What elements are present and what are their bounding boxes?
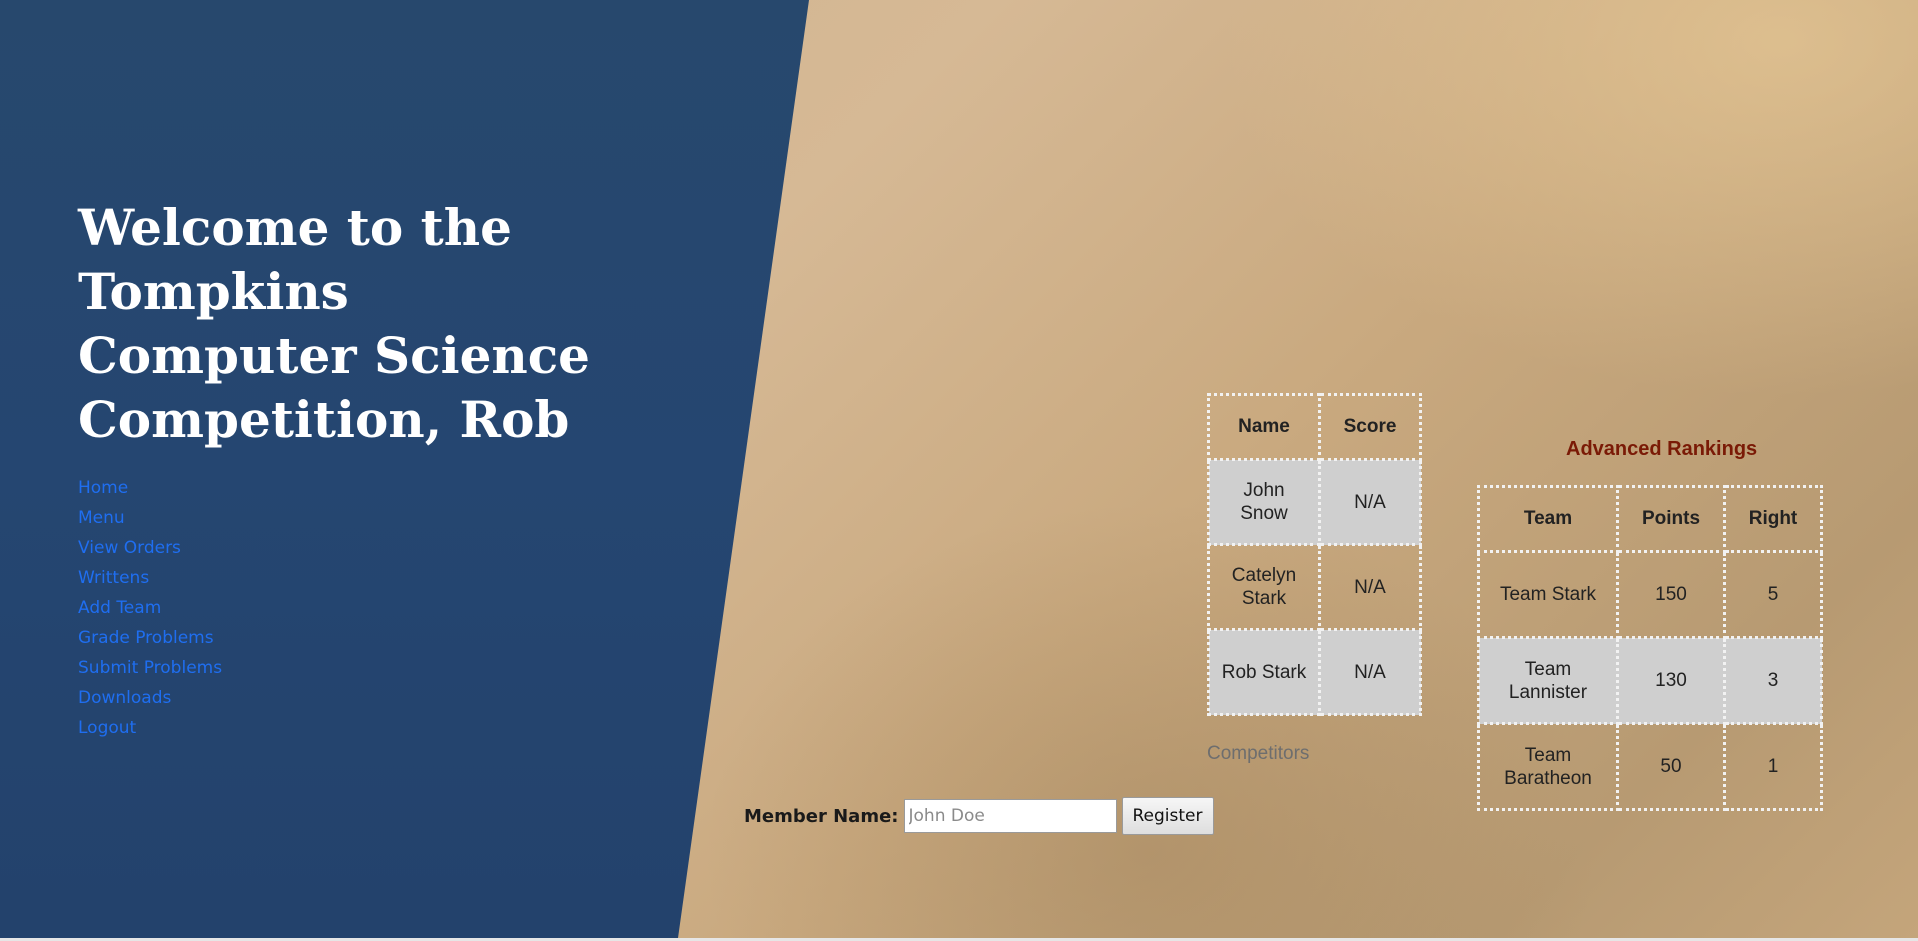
- competitor-name: Catelyn Stark: [1207, 543, 1321, 631]
- table-row: Team Lannister 130 3: [1477, 636, 1823, 725]
- team-points: 150: [1616, 550, 1726, 639]
- page-title: Welcome to the Tompkins Computer Science…: [78, 198, 590, 449]
- header-name: Name: [1207, 393, 1321, 461]
- team-points: 130: [1616, 636, 1726, 725]
- table-row: Team Stark 150 5: [1477, 550, 1823, 639]
- team-name: Team Stark: [1477, 550, 1619, 639]
- competitor-score: N/A: [1318, 628, 1422, 716]
- team-name: Team Lannister: [1477, 636, 1619, 725]
- competitor-score: N/A: [1318, 543, 1422, 631]
- member-name-input[interactable]: [903, 799, 1117, 833]
- competitors-table: Name Score John Snow N/A Catelyn Stark N…: [1207, 393, 1422, 716]
- competitor-name: John Snow: [1207, 458, 1321, 546]
- nav-link-view-orders[interactable]: View Orders: [78, 538, 181, 558]
- register-member-form: Member Name: Register: [744, 797, 1214, 835]
- competitors-caption: Competitors: [1207, 743, 1310, 764]
- team-right: 3: [1723, 636, 1823, 725]
- nav-link-grade-problems[interactable]: Grade Problems: [78, 628, 214, 648]
- table-header-row: Team Points Right: [1477, 485, 1823, 553]
- nav-item-view-orders: View Orders: [78, 533, 222, 563]
- team-right: 1: [1723, 722, 1823, 811]
- nav-link-home[interactable]: Home: [78, 478, 128, 498]
- nav-item-writtens: Writtens: [78, 563, 222, 593]
- nav-link-add-team[interactable]: Add Team: [78, 598, 161, 618]
- nav-link-writtens[interactable]: Writtens: [78, 568, 149, 588]
- advanced-rankings-table: Team Points Right Team Stark 150 5 Team …: [1477, 485, 1823, 811]
- nav-link-menu[interactable]: Menu: [78, 508, 125, 528]
- nav-item-logout: Logout: [78, 713, 222, 743]
- header-score: Score: [1318, 393, 1422, 461]
- team-right: 5: [1723, 550, 1823, 639]
- team-name: Team Baratheon: [1477, 722, 1619, 811]
- table-row: John Snow N/A: [1207, 458, 1422, 546]
- nav-item-menu: Menu: [78, 503, 222, 533]
- member-name-label: Member Name:: [744, 805, 899, 827]
- competitor-name: Rob Stark: [1207, 628, 1321, 716]
- register-button[interactable]: Register: [1121, 797, 1214, 835]
- nav-menu: Home Menu View Orders Writtens Add Team …: [78, 473, 222, 743]
- nav-link-logout[interactable]: Logout: [78, 718, 136, 738]
- nav-link-submit-problems[interactable]: Submit Problems: [78, 658, 222, 678]
- background-shade: [700, 500, 1600, 941]
- nav-item-downloads: Downloads: [78, 683, 222, 713]
- team-points: 50: [1616, 722, 1726, 811]
- header-points: Points: [1616, 485, 1726, 553]
- header-right: Right: [1723, 485, 1823, 553]
- header-team: Team: [1477, 485, 1619, 553]
- nav-item-add-team: Add Team: [78, 593, 222, 623]
- background-glow: [1218, 0, 1918, 400]
- table-row: Team Baratheon 50 1: [1477, 722, 1823, 811]
- table-header-row: Name Score: [1207, 393, 1422, 461]
- nav-item-grade-problems: Grade Problems: [78, 623, 222, 653]
- nav-item-home: Home: [78, 473, 222, 503]
- competitor-score: N/A: [1318, 458, 1422, 546]
- advanced-rankings-title: Advanced Rankings: [1566, 438, 1758, 460]
- nav-item-submit-problems: Submit Problems: [78, 653, 222, 683]
- table-row: Catelyn Stark N/A: [1207, 543, 1422, 631]
- nav-link-downloads[interactable]: Downloads: [78, 688, 171, 708]
- table-row: Rob Stark N/A: [1207, 628, 1422, 716]
